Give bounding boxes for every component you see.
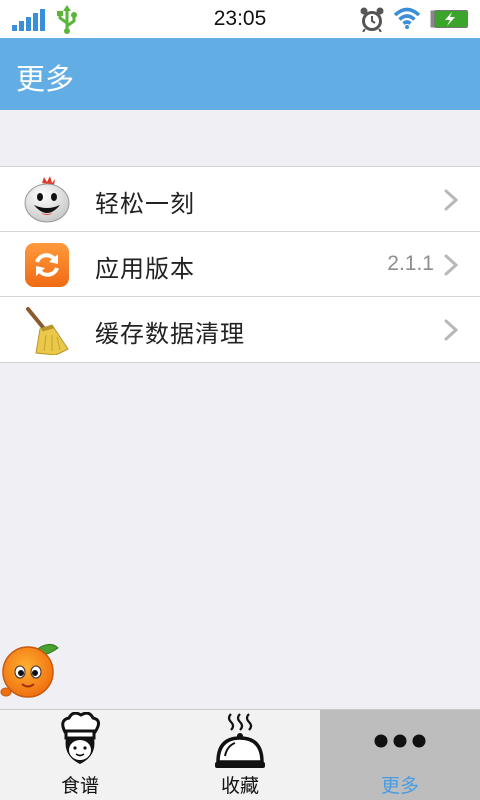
alarm-icon xyxy=(360,7,384,32)
app-header: 更多 xyxy=(0,38,480,110)
cloche-icon xyxy=(215,713,265,768)
chevron-right-icon xyxy=(444,319,458,341)
menu-item-label: 轻松一刻 xyxy=(95,190,195,218)
menu-item-app-version[interactable]: 应用版本 2.1.1 xyxy=(0,232,480,297)
bottom-tab-bar: 食谱 收藏 更多 xyxy=(0,709,480,800)
chevron-right-icon xyxy=(444,254,458,276)
more-dots-icon xyxy=(374,734,426,748)
orange-mascot-icon[interactable] xyxy=(0,640,64,702)
refresh-icon xyxy=(25,243,69,287)
battery-charging-icon xyxy=(430,10,468,28)
tab-label: 更多 xyxy=(380,775,419,797)
menu-item-relax-moment[interactable]: 轻松一刻 xyxy=(0,167,480,232)
broom-icon xyxy=(26,307,69,355)
status-bar: 23:05 xyxy=(0,0,480,38)
chef-icon xyxy=(61,712,100,764)
tab-favorites[interactable]: 收藏 xyxy=(160,710,320,800)
tab-label: 收藏 xyxy=(220,775,259,797)
menu-item-label: 应用版本 xyxy=(95,255,195,283)
page-title: 更多 xyxy=(16,62,75,96)
menu-item-label: 缓存数据清理 xyxy=(95,320,245,348)
tab-label: 食谱 xyxy=(60,775,99,797)
app-version-value: 2.1.1 xyxy=(387,252,434,275)
menu-item-clear-cache[interactable]: 缓存数据清理 xyxy=(0,297,480,362)
chevron-right-icon xyxy=(444,189,458,211)
smiley-mascot-icon xyxy=(24,176,70,223)
tab-recipes[interactable]: 食谱 xyxy=(0,710,160,800)
tab-more[interactable]: 更多 xyxy=(320,710,480,800)
settings-menu-list: 轻松一刻 应用版本 2.1.1 缓存数据清理 xyxy=(0,166,480,363)
wifi-icon xyxy=(393,7,421,29)
